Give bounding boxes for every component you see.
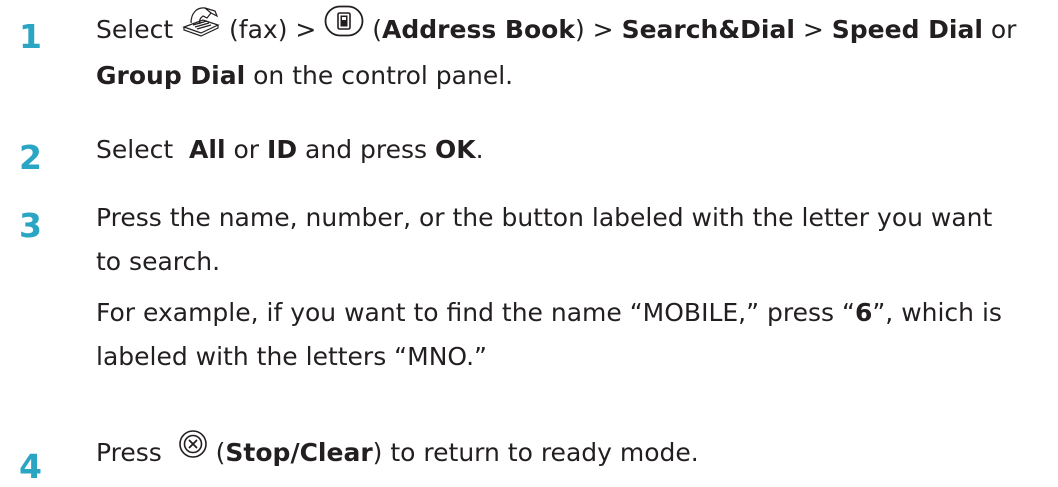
- step-number: 3: [19, 206, 42, 245]
- ok-label: OK: [435, 135, 476, 164]
- instruction-line-2: to search.: [96, 247, 221, 276]
- example-key: 6: [854, 298, 873, 327]
- step-number: 1: [19, 17, 42, 56]
- group-dial-label: Group Dial: [96, 61, 246, 90]
- tail-text: on the control panel.: [253, 61, 514, 90]
- step-text: Press (Stop/Clear) to return to ready mo…: [96, 429, 1046, 476]
- fax-label: (fax) >: [229, 15, 317, 44]
- all-option: All: [189, 135, 226, 164]
- select-text: Select: [96, 15, 174, 44]
- step-number: 4: [19, 447, 42, 486]
- example-pre: For example, if you want to find the nam…: [96, 298, 855, 327]
- step-number: 2: [19, 138, 42, 177]
- id-option: ID: [267, 135, 298, 164]
- address-close: ) >: [574, 15, 614, 44]
- stop-clear-open: (: [215, 438, 226, 467]
- step-text: Select All or ID and press OK.: [96, 128, 1046, 172]
- and-press-text: and press: [305, 135, 428, 164]
- address-book-button-icon: [324, 5, 364, 51]
- or-text: or: [990, 15, 1017, 44]
- example-line-2: labeled with the letters “MNO.”: [96, 342, 487, 371]
- stop-clear-label: Stop/Clear: [225, 438, 373, 467]
- period: .: [475, 135, 484, 164]
- search-dial-label: Search&Dial: [621, 15, 795, 44]
- address-book-label: Address Book: [382, 15, 575, 44]
- select-text: Select: [96, 135, 174, 164]
- stop-clear-button-icon: [178, 429, 208, 473]
- step-text: Press the name, number, or the button la…: [96, 196, 1046, 284]
- fax-icon: [181, 5, 221, 51]
- example-text: For example, if you want to find the nam…: [96, 291, 1046, 379]
- tail-text: ) to return to ready mode.: [372, 438, 699, 467]
- press-text: Press: [96, 438, 162, 467]
- speed-dial-label: Speed Dial: [831, 15, 983, 44]
- separator: >: [802, 15, 824, 44]
- step-text: Select (fax) > (Address Book) > Search&D…: [96, 5, 1046, 98]
- example-post: ”, which is: [872, 298, 1002, 327]
- or-text: or: [233, 135, 260, 164]
- instruction-line-1: Press the name, number, or the button la…: [96, 203, 993, 232]
- address-open: (: [372, 15, 383, 44]
